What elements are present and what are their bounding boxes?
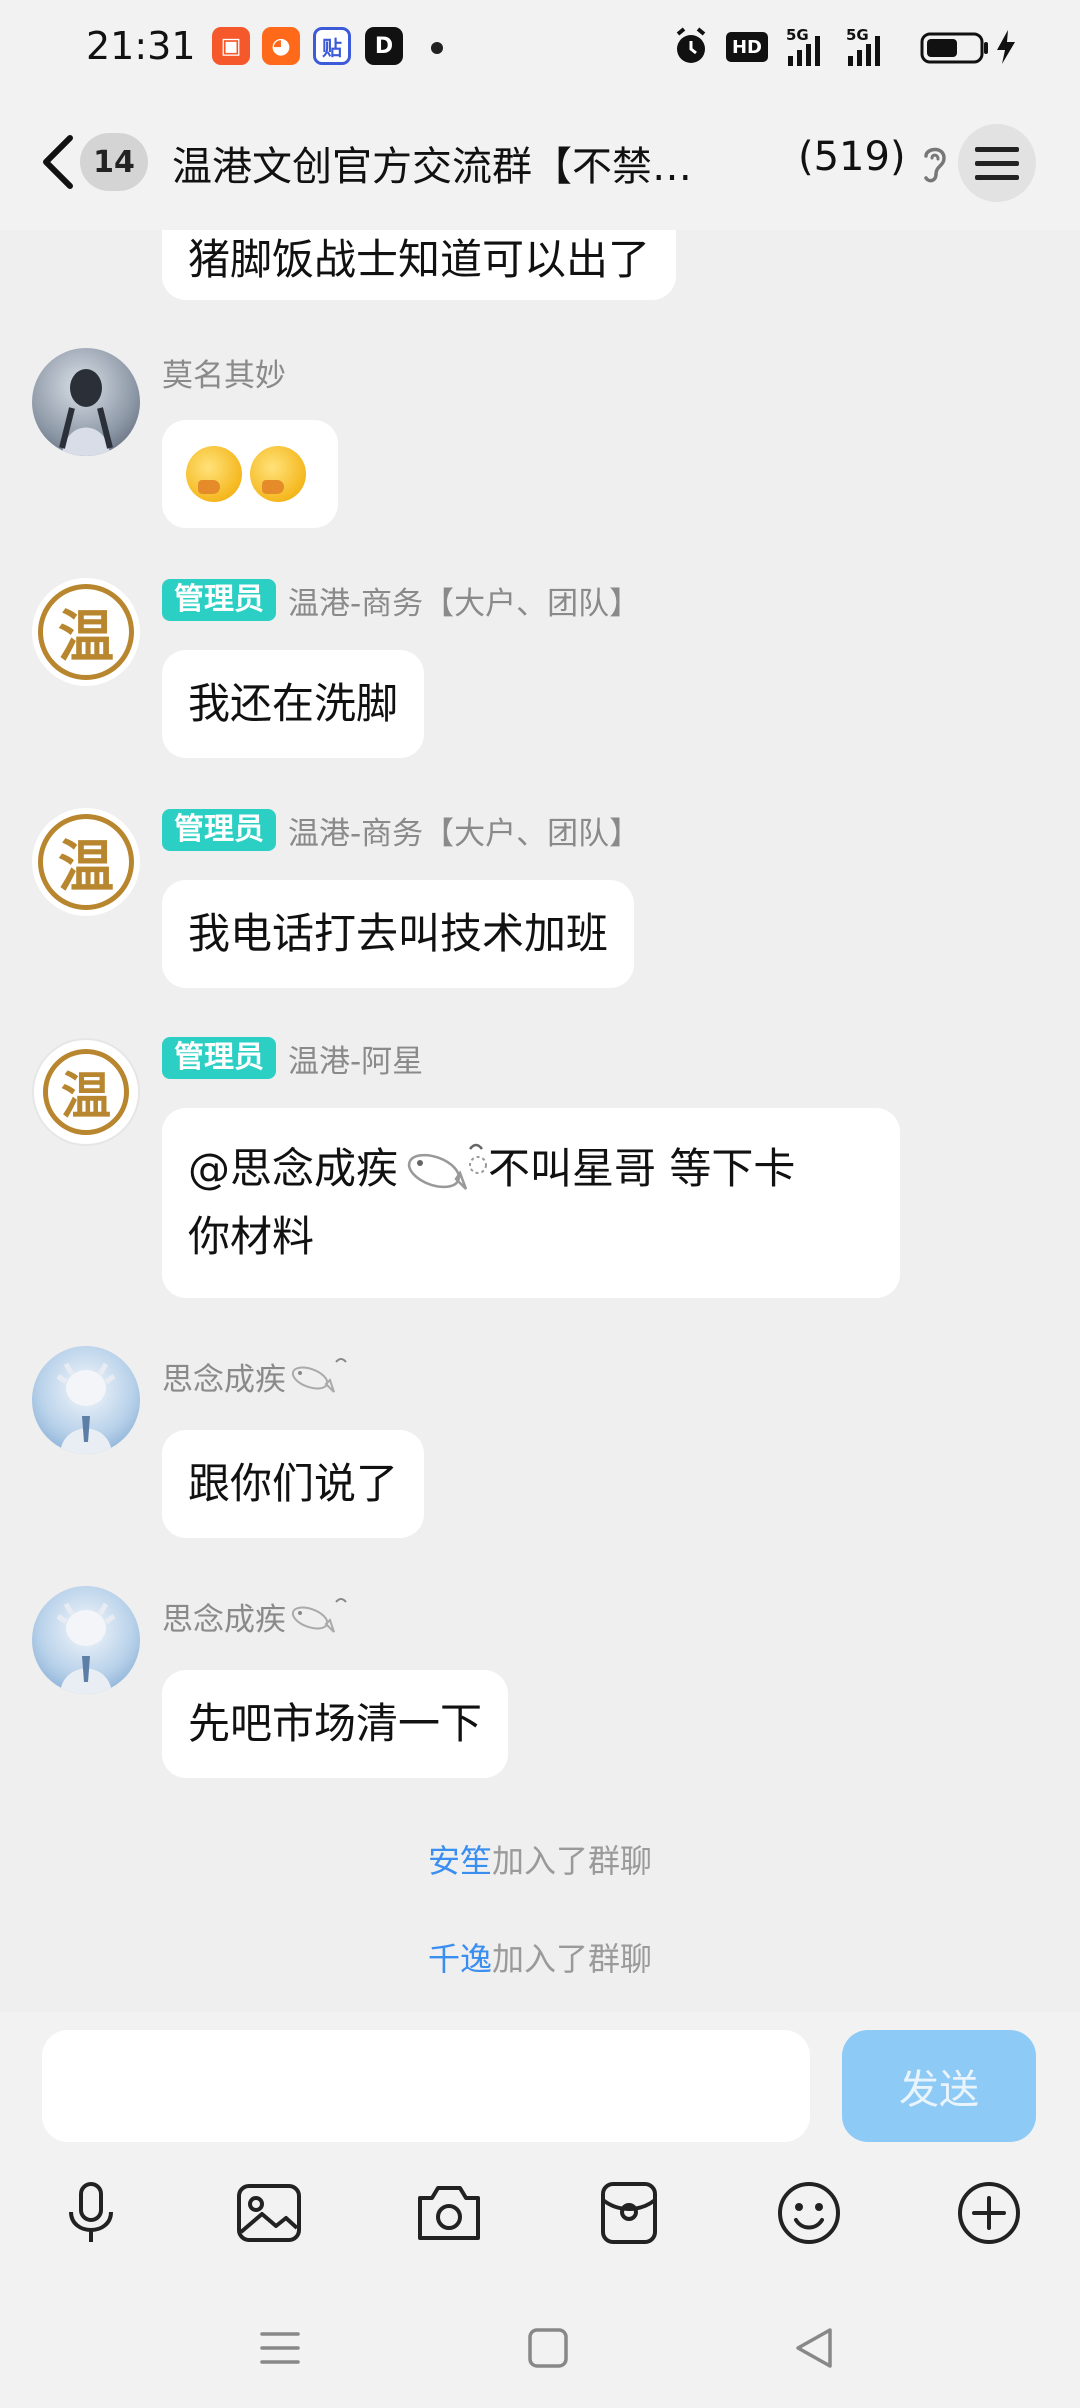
avatar[interactable]: 温 [32,578,140,686]
joined-user-link[interactable]: 千逸 [428,1940,492,1978]
svg-text:5G: 5G [786,26,809,44]
seal-logo: 温 [43,1049,129,1135]
message-bubble[interactable]: 跟你们说了 [162,1430,425,1538]
hamburger-icon [975,147,1019,180]
hand-over-mouth-emoji [250,446,306,502]
chat-header: 14 温港文创官方交流群【不禁… (519) [0,96,1080,230]
member-count[interactable]: (519) [798,134,906,180]
message-bubble[interactable]: 我电话打去叫技术加班 [162,880,635,988]
battery-icon [920,32,988,64]
chat-message-list[interactable]: 猪脚饭战士知道可以出了 莫名其妙 温 管理员 温港-商务【大户、团队】 我还在洗… [0,230,1080,2012]
avatar[interactable]: 温 [32,808,140,916]
signal-2-icon: 5G [846,26,880,66]
message-bubble[interactable]: 先吧市场清一下 [162,1670,509,1778]
joined-user-link[interactable]: 安笙 [428,1842,492,1880]
group-title[interactable]: 温港文创官方交流群【不禁… [172,134,762,192]
system-message: 安笙加入了群聊 [0,1836,1080,1882]
message-input[interactable] [42,2030,810,2142]
sender-line: 管理员 温港-商务【大户、团队】 [162,578,640,622]
plus-icon[interactable] [954,2178,1024,2248]
hd-voice-icon: HD [726,32,768,62]
seal-logo: 温 [38,814,134,910]
back-button[interactable] [36,132,82,192]
menu-button[interactable] [958,124,1036,202]
admin-badge: 管理员 [162,809,276,851]
sender-line: 思念成疾 [162,1594,350,1638]
avatar[interactable]: 温 [32,1038,140,1146]
recent-apps-icon[interactable] [256,2324,304,2372]
message-text-line2: 你材料 [188,1212,315,1261]
input-area: 发送 [0,2012,1080,2288]
sender-line: 思念成疾 [162,1354,350,1398]
ear-icon[interactable] [918,142,950,186]
signal-icon: 5G [786,26,820,66]
red-packet-icon[interactable] [594,2178,664,2248]
message-bubble[interactable]: 猪脚饭战士知道可以出了 [162,230,677,300]
message-bubble[interactable]: 我还在洗脚 [162,650,425,758]
alarm-icon [676,27,706,63]
sender-name: 莫名其妙 [162,357,286,394]
sender-line: 管理员 温港-商务【大户、团队】 [162,808,640,852]
charging-icon [997,30,1015,64]
system-action: 加入了群聊 [492,1842,653,1880]
message-text: 不叫星哥 等下卡 [488,1144,796,1193]
sender-line: 管理员 温港-阿星 [162,1036,423,1080]
message-bubble[interactable]: @思念成疾 不叫星哥 等下卡 你材料 [162,1108,900,1298]
taobao-icon: ◕ [262,27,300,65]
avatar[interactable] [32,1346,140,1454]
sender-name: 温港-商务【大户、团队】 [288,815,641,852]
message-text: 猪脚饭战士知道可以出了 [188,235,651,284]
message-text: 我还在洗脚 [188,679,399,728]
avatar[interactable] [32,1586,140,1694]
kuaishou-icon: ▣ [212,27,250,65]
avatar-image [56,1602,116,1694]
fish-emoji-icon [407,1143,488,1190]
message-text: 我电话打去叫技术加班 [188,909,609,958]
back-nav-icon[interactable] [790,2324,838,2372]
microphone-icon[interactable] [56,2178,126,2248]
tieba-icon: 贴 [313,27,351,65]
system-nav-bar [0,2288,1080,2408]
status-bar: 21:31 ▣ ◕ 贴 D HD 5G 5G [0,0,1080,96]
sender-line: 莫名其妙 [162,350,286,394]
status-time: 21:31 [86,24,196,68]
avatar[interactable] [32,348,140,456]
sender-name: 思念成疾 [162,1601,286,1638]
notification-dot [431,42,443,54]
hand-over-mouth-emoji [186,446,242,502]
message-bubble[interactable] [162,420,338,528]
message-text: 跟你们说了 [188,1459,399,1508]
sender-name: 温港-阿星 [288,1043,424,1080]
emoji-icon[interactable] [774,2178,844,2248]
image-icon[interactable] [234,2178,304,2248]
admin-badge: 管理员 [162,579,276,621]
seal-logo: 温 [38,584,134,680]
message-text: 先吧市场清一下 [188,1699,483,1748]
admin-badge: 管理员 [162,1037,276,1079]
sender-name: 思念成疾 [162,1361,286,1398]
sender-name: 温港-商务【大户、团队】 [288,585,641,622]
send-button[interactable]: 发送 [842,2030,1036,2142]
avatar-image [59,369,113,456]
camera-icon[interactable] [414,2178,484,2248]
avatar-image [56,1362,116,1454]
zhihu-icon: D [365,27,403,65]
svg-text:5G: 5G [846,26,869,44]
system-action: 加入了群聊 [492,1940,653,1978]
fish-emoji-icon [291,1598,347,1633]
home-icon[interactable] [524,2324,572,2372]
unread-count-badge[interactable]: 14 [80,133,148,191]
system-message: 千逸加入了群聊 [0,1934,1080,1980]
fish-emoji-icon [291,1358,347,1393]
mention-text[interactable]: @思念成疾 [188,1135,398,1203]
